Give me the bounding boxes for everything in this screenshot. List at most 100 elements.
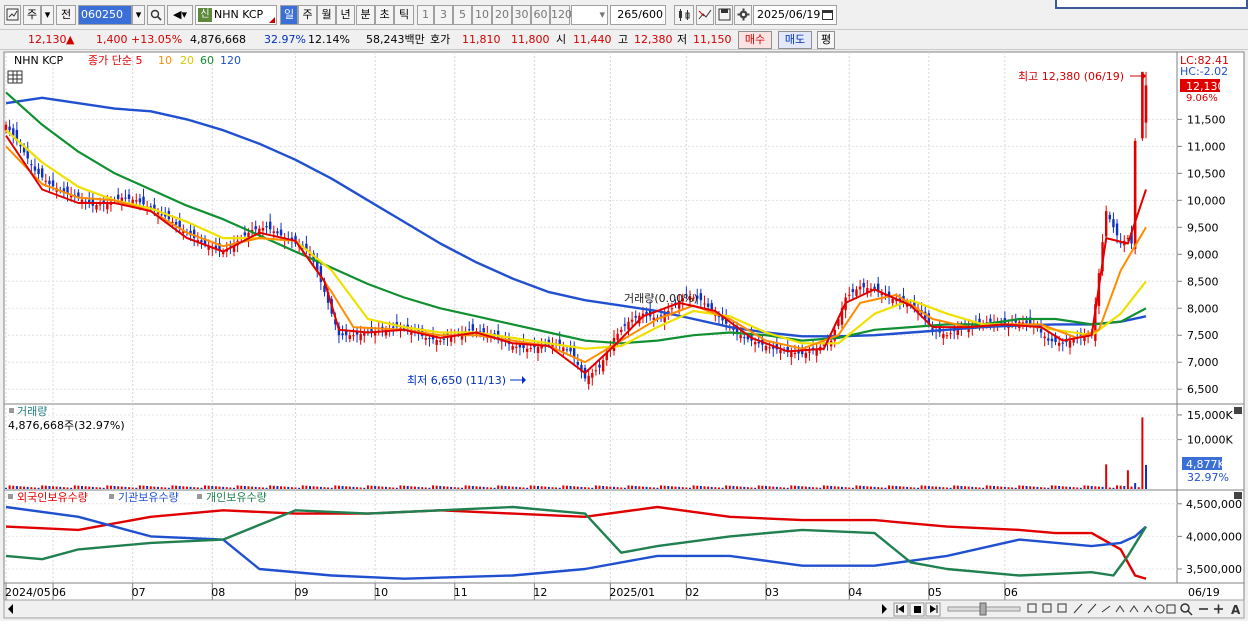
volume-bar: [613, 486, 615, 489]
price-change: 1,400: [96, 33, 128, 46]
buy-button[interactable]: 매수: [738, 31, 772, 49]
volume-bar: [537, 485, 539, 489]
volume-bar: [453, 487, 456, 489]
candle-body: [891, 298, 894, 304]
interval-minute[interactable]: 분: [356, 5, 375, 25]
search-icon[interactable]: [147, 5, 165, 25]
scroll-last-icon[interactable]: [925, 602, 941, 617]
volume-bar: [971, 486, 974, 489]
candle-body: [808, 351, 811, 353]
new-badge: 신: [198, 8, 212, 22]
volume-bar: [442, 486, 445, 489]
custom-count-field[interactable]: ▾: [571, 5, 608, 25]
volume-panel[interactable]: [3, 403, 1178, 491]
prev-button[interactable]: 전: [56, 5, 76, 25]
holdings-legend-institution: 기관보유수량: [118, 491, 179, 504]
ask-price-2: 11,800: [511, 33, 550, 46]
save-icon[interactable]: [715, 5, 733, 25]
volume-bar: [1018, 485, 1021, 489]
interval-day[interactable]: 일: [280, 5, 298, 25]
num-3[interactable]: 3: [434, 5, 453, 25]
volume-bar: [309, 485, 311, 489]
font-size-icon[interactable]: A: [1231, 603, 1241, 617]
date-tick-label: 11: [454, 586, 468, 599]
volume-bar: [276, 485, 279, 489]
volume-bar: [924, 485, 927, 489]
num-30[interactable]: 30: [512, 5, 531, 25]
volume-bar: [964, 486, 967, 489]
interval-tick[interactable]: 틱: [394, 5, 414, 25]
volume-bar: [305, 485, 308, 489]
current-pct-label: 9.06%: [1186, 93, 1218, 104]
num-10[interactable]: 10: [472, 5, 492, 25]
eval-button[interactable]: 평: [817, 31, 835, 49]
stock-name-field[interactable]: 신 NHN KCP: [195, 5, 277, 25]
volume-bar: [775, 486, 778, 489]
volume-bar: [1072, 487, 1075, 489]
candle-body: [587, 375, 590, 385]
volume-bar: [287, 486, 290, 489]
high-annotation: 최고 12,380 (06/19): [1018, 70, 1124, 83]
period-button[interactable]: 주: [23, 5, 41, 25]
num-5[interactable]: 5: [453, 5, 472, 25]
volume-panel-close-icon[interactable]: [1234, 407, 1242, 414]
interval-second[interactable]: 초: [375, 5, 394, 25]
num-1[interactable]: 1: [417, 5, 434, 25]
bar-count[interactable]: 265/600: [610, 5, 666, 25]
gear-icon[interactable]: [734, 5, 752, 25]
volume-bar: [862, 485, 865, 489]
stop-icon[interactable]: [909, 602, 925, 617]
period-dropdown-icon[interactable]: ▾: [41, 5, 54, 25]
volume-bar: [135, 487, 138, 489]
sell-button[interactable]: 매도: [778, 31, 812, 49]
stock-code-input[interactable]: 060250: [78, 5, 132, 25]
interval-week[interactable]: 주: [298, 5, 317, 25]
candle-body: [855, 289, 858, 296]
price-tick-label: 9,500: [1187, 221, 1219, 234]
holdings-panel-close-icon[interactable]: [1234, 492, 1242, 499]
code-dropdown-icon[interactable]: ▾: [132, 5, 145, 25]
candle-body: [392, 326, 395, 328]
candle-body: [670, 308, 674, 310]
volume-bar: [1065, 486, 1068, 489]
candle-body: [594, 370, 598, 372]
stock-chart[interactable]: 11,500 11,000 10,500 10,000 9,500 9,000 8,500 8…: [0, 50, 1248, 621]
candle-body: [706, 303, 710, 307]
sound-icon[interactable]: ◀▾: [167, 5, 193, 25]
volume-bar: [721, 487, 724, 489]
num-20[interactable]: 20: [492, 5, 512, 25]
calendar-icon[interactable]: [822, 9, 833, 20]
volume-bar: [848, 487, 851, 489]
volume-bar: [609, 486, 612, 489]
volume-bar: [576, 486, 579, 489]
up-arrow: ▲: [66, 33, 75, 46]
candle-type-icon[interactable]: [674, 5, 694, 25]
candle-body: [435, 339, 438, 345]
volume-bar: [316, 486, 319, 489]
volume-bar: [153, 486, 156, 489]
indicator-icon[interactable]: [696, 5, 714, 25]
date-tick-label: 02: [685, 586, 699, 599]
candle-body: [942, 333, 945, 339]
chart-window-icon[interactable]: [4, 5, 21, 25]
interval-year[interactable]: 년: [336, 5, 355, 25]
date-field[interactable]: 2025/06/19: [753, 5, 837, 25]
table-icon[interactable]: [7, 70, 23, 84]
candle-body: [1047, 338, 1050, 341]
volume-bar: [19, 486, 22, 489]
volume-bar: [468, 485, 471, 489]
candle-body: [1072, 339, 1075, 343]
candle-body: [124, 197, 127, 199]
interval-month[interactable]: 월: [317, 5, 336, 25]
volume-bar: [779, 487, 782, 489]
zoom-slider-thumb[interactable]: [979, 602, 987, 616]
volume-bar: [229, 487, 232, 489]
volume-bar: [909, 487, 912, 489]
num-120[interactable]: 120: [550, 5, 572, 25]
num-60[interactable]: 60: [531, 5, 550, 25]
candle-body: [37, 168, 40, 175]
volume-bar: [1029, 486, 1032, 489]
date-tick-label: 2024/05: [5, 586, 51, 599]
scroll-first-icon[interactable]: [893, 602, 909, 617]
price-tick-label: 7,500: [1187, 329, 1219, 342]
